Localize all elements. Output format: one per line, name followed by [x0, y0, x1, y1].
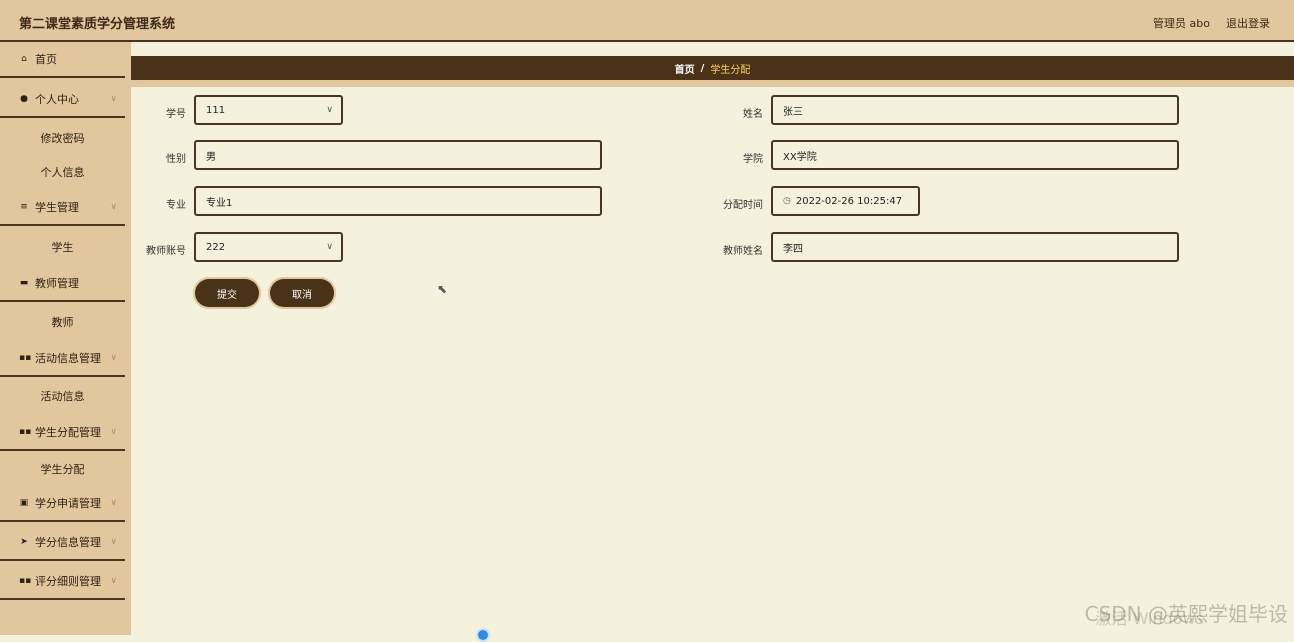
sidebar-item-label: 评分细则管理 [35, 575, 101, 588]
sidebar-item-label: 活动信息管理 [35, 352, 101, 365]
college-input[interactable]: XX学院 [771, 140, 1179, 170]
gender-input[interactable]: 男 [194, 140, 602, 170]
chevron-down-icon: ∨ [110, 537, 117, 547]
name-input[interactable]: 张三 [771, 95, 1179, 125]
major-label: 专业 [166, 200, 186, 211]
sidebar-item-label: 个人中心 [35, 93, 79, 106]
sidebar: ⌂ 首页 ● 个人中心 ∨ 修改密码 个人信息 ≡ 学生管理 ∨ 学生 ▬ 教师… [0, 42, 131, 635]
sidebar-item-label: 学生分配管理 [35, 426, 101, 439]
send-icon: ➤ [20, 537, 28, 547]
sidebar-item-credit-info-mgmt[interactable]: ➤ 学分信息管理 ∨ [0, 525, 125, 561]
sidebar-item-student-mgmt[interactable]: ≡ 学生管理 ∨ [0, 190, 125, 226]
name-label: 姓名 [743, 109, 763, 120]
grid-icon: ▪▪ [19, 576, 32, 586]
sidebar-item-label: 教师管理 [35, 277, 79, 290]
user-icon: ● [20, 94, 28, 104]
chevron-down-icon: ∨ [326, 242, 333, 252]
major-input[interactable]: 专业1 [194, 186, 602, 216]
name-value: 张三 [783, 106, 803, 118]
teacher-account-label: 教师账号 [146, 246, 186, 257]
sidebar-subitem-student[interactable]: 学生 [0, 232, 125, 262]
sidebar-subitem-activity-info[interactable]: 活动信息 [0, 381, 125, 411]
sidebar-item-label: 学分申请管理 [35, 497, 101, 510]
submit-button[interactable]: 提交 [195, 279, 259, 307]
sidebar-item-activity-mgmt[interactable]: ▪▪ 活动信息管理 ∨ [0, 341, 125, 377]
list-icon: ≡ [20, 202, 28, 212]
sidebar-subitem-teacher[interactable]: 教师 [0, 307, 125, 337]
sidebar-item-personal[interactable]: ● 个人中心 ∨ [0, 82, 125, 118]
sidebar-item-teacher-mgmt[interactable]: ▬ 教师管理 [0, 266, 125, 302]
clipboard-icon: ▣ [19, 498, 29, 508]
assign-time-picker[interactable]: ◷ 2022-02-26 10:25:47 [771, 186, 920, 216]
sidebar-item-rules-mgmt[interactable]: ▪▪ 评分细则管理 ∨ [0, 564, 125, 600]
assign-time-value: 2022-02-26 10:25:47 [795, 195, 903, 207]
sidebar-item-credit-apply-mgmt[interactable]: ▣ 学分申请管理 ∨ [0, 486, 125, 522]
sidebar-subitem-change-password[interactable]: 修改密码 [0, 123, 125, 153]
sidebar-item-label: 学分信息管理 [35, 536, 101, 549]
sidebar-item-home[interactable]: ⌂ 首页 [0, 42, 125, 78]
sidebar-item-label: 首页 [35, 53, 57, 66]
teacher-name-label: 教师姓名 [723, 246, 763, 257]
gender-value: 男 [206, 151, 216, 163]
assign-time-label: 分配时间 [723, 200, 763, 211]
gender-label: 性别 [166, 154, 186, 165]
top-header: 第二课堂素质学分管理系统 管理员 abo 退出登录 [0, 0, 1294, 42]
teacher-name-input[interactable]: 李四 [771, 232, 1179, 262]
breadcrumb-home[interactable]: 首页 [675, 61, 695, 76]
main-content: 首页 / 学生分配 学号 111 ∨ 姓名 张三 性别 男 学院 XX学院 专业… [131, 42, 1294, 635]
chevron-down-icon: ∨ [110, 353, 117, 363]
app-title: 第二课堂素质学分管理系统 [19, 17, 176, 32]
chevron-down-icon: ∨ [326, 105, 333, 115]
csdn-watermark: CSDN @英熙学姐毕设 [1084, 602, 1288, 626]
college-value: XX学院 [783, 151, 817, 163]
grid-icon: ▪▪ [19, 427, 32, 437]
breadcrumb-separator: / [700, 62, 705, 74]
chevron-down-icon: ∨ [110, 202, 117, 212]
chevron-down-icon: ∨ [110, 498, 117, 508]
student-no-select[interactable]: 111 ∨ [194, 95, 343, 125]
current-user[interactable]: 管理员 abo [1153, 15, 1210, 31]
logout-link[interactable]: 退出登录 [1226, 15, 1270, 31]
clock-icon: ◷ [783, 196, 791, 206]
scroll-indicator-icon[interactable] [476, 628, 490, 642]
chat-icon: ▬ [19, 278, 29, 288]
major-value: 专业1 [206, 197, 233, 209]
sidebar-item-assign-mgmt[interactable]: ▪▪ 学生分配管理 ∨ [0, 415, 125, 451]
chevron-down-icon: ∨ [110, 94, 117, 104]
chevron-down-icon: ∨ [110, 427, 117, 437]
home-icon: ⌂ [21, 54, 27, 64]
grid-icon: ▪▪ [19, 353, 32, 363]
sidebar-subitem-personal-info[interactable]: 个人信息 [0, 157, 125, 187]
breadcrumb-current: 学生分配 [710, 64, 751, 76]
chevron-down-icon: ∨ [110, 576, 117, 586]
sidebar-subitem-assign[interactable]: 学生分配 [0, 454, 125, 484]
college-label: 学院 [743, 154, 763, 165]
sidebar-item-label: 学生管理 [35, 201, 79, 214]
mouse-cursor-icon: ⬉ [437, 282, 448, 296]
breadcrumb: 首页 / 学生分配 [131, 56, 1294, 87]
student-no-label: 学号 [166, 109, 186, 120]
student-no-value: 111 [206, 104, 226, 116]
teacher-account-value: 222 [206, 241, 226, 253]
cancel-button[interactable]: 取消 [270, 279, 334, 307]
teacher-account-select[interactable]: 222 ∨ [194, 232, 343, 262]
teacher-name-value: 李四 [783, 243, 803, 255]
